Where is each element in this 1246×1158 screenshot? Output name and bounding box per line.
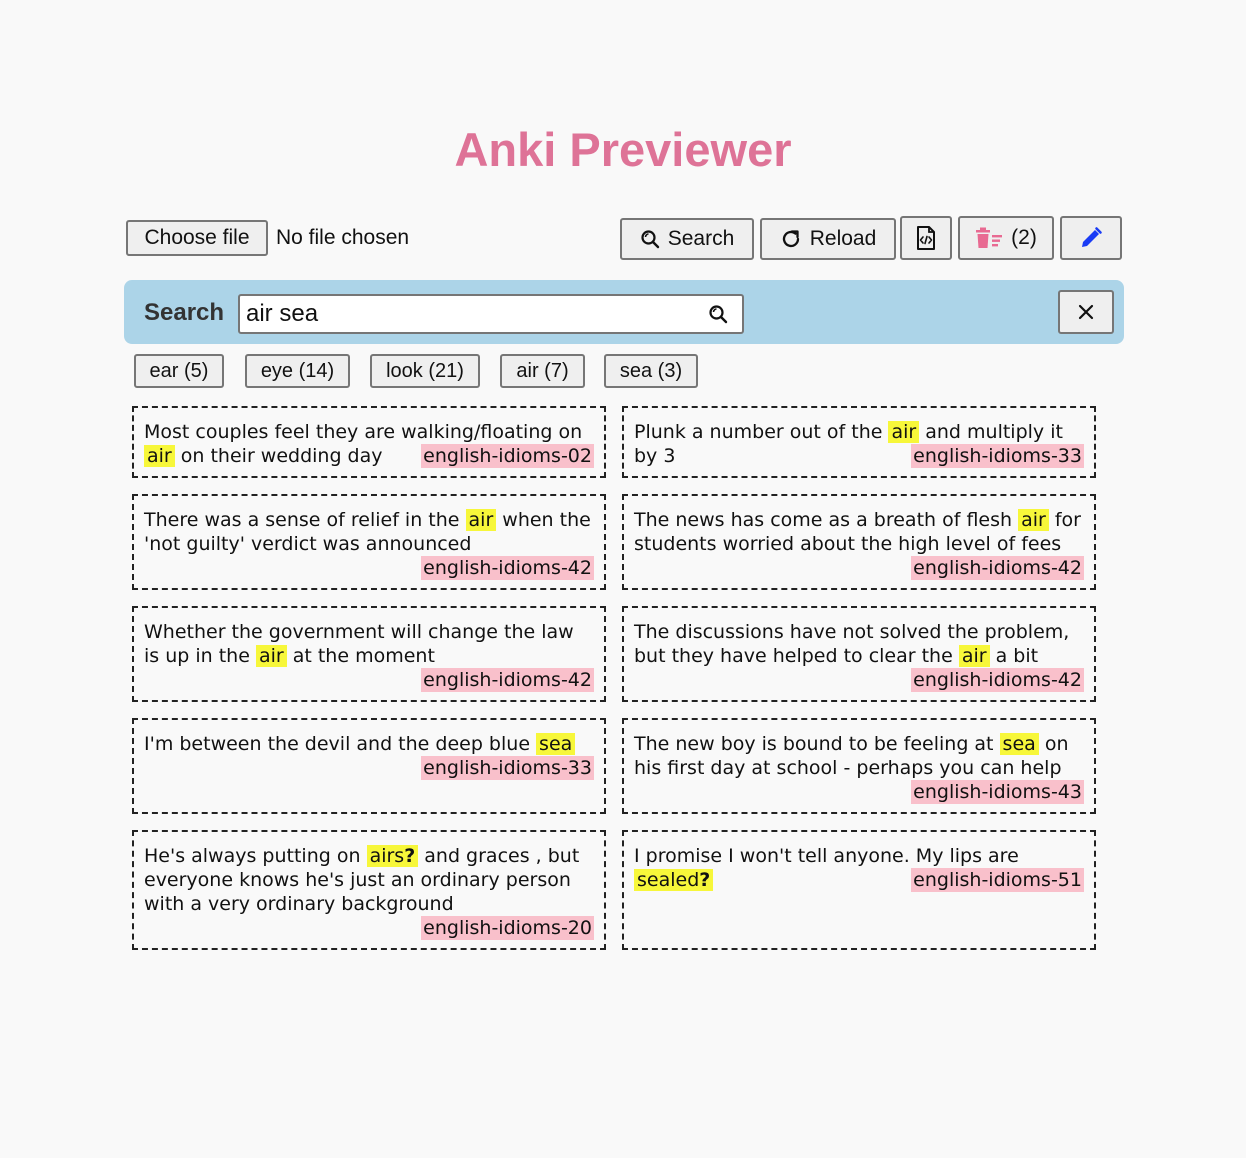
note-card[interactable]: Whether the government will change the l… (132, 606, 606, 702)
deck-tag: english-idioms-02 (421, 444, 594, 468)
file-status-text: No file chosen (276, 226, 410, 249)
tag-chip-ear[interactable]: ear (5) (134, 354, 224, 388)
deck-tag: english-idioms-33 (421, 756, 594, 780)
tag-chip-air[interactable]: air (7) (500, 354, 585, 388)
clear-search-button[interactable] (1058, 290, 1114, 334)
search-label: Search (144, 299, 225, 326)
deck-tag: english-idioms-51 (911, 868, 1084, 892)
note-card[interactable]: He's always putting on airs? and graces … (132, 830, 606, 950)
match-highlight: air (255, 645, 287, 667)
note-card[interactable]: The news has come as a breath of flesh a… (622, 494, 1096, 590)
deck-tag: english-idioms-42 (911, 668, 1084, 692)
note-card[interactable]: The discussions have not solved the prob… (622, 606, 1096, 702)
match-highlight: air (958, 645, 990, 667)
match-highlight: air (1018, 509, 1049, 531)
page-title: Anki Previewer (454, 123, 792, 176)
note-card[interactable]: Plunk a number out of the air and multip… (622, 406, 1096, 478)
search-bar: Search (124, 280, 1124, 344)
deck-tag: english-idioms-43 (911, 780, 1084, 804)
trash-icon (975, 227, 1003, 249)
reload-button[interactable]: Reload (760, 218, 896, 260)
match-highlight: air (144, 445, 175, 467)
export-code-button[interactable] (900, 216, 952, 260)
deck-tag: english-idioms-20 (421, 916, 594, 940)
trash-count: (2) (1011, 226, 1037, 249)
deck-tag: english-idioms-33 (911, 444, 1084, 468)
note-card[interactable]: I promise I won't tell anyone. My lips a… (622, 830, 1096, 950)
choose-file-button[interactable]: Choose file (126, 220, 268, 256)
tag-chip-sea[interactable]: sea (3) (604, 354, 698, 388)
search-input-wrapper (238, 294, 744, 334)
reload-button-label: Reload (809, 227, 877, 250)
edit-button[interactable] (1060, 216, 1122, 260)
match-highlight: sea (536, 733, 576, 755)
code-file-icon (915, 225, 937, 251)
search-icon (640, 229, 660, 249)
deck-tag: english-idioms-42 (911, 556, 1084, 580)
match-highlight: airs? (366, 845, 419, 867)
search-button[interactable]: Search (620, 218, 754, 260)
search-icon[interactable] (708, 304, 728, 324)
trash-button[interactable]: (2) (958, 216, 1054, 260)
note-card[interactable]: I'm between the devil and the deep blue … (132, 718, 606, 814)
tag-chip-eye[interactable]: eye (14) (245, 354, 350, 388)
reload-icon (780, 228, 802, 250)
match-highlight: air (465, 509, 497, 531)
note-card[interactable]: Most couples feel they are walking/float… (132, 406, 606, 478)
close-icon (1077, 303, 1095, 321)
pencil-icon (1079, 226, 1103, 250)
match-highlight: sealed? (634, 869, 714, 891)
deck-tag: english-idioms-42 (421, 668, 594, 692)
match-highlight: air (888, 421, 920, 443)
search-button-label: Search (667, 227, 735, 250)
search-input[interactable] (246, 296, 696, 332)
note-card[interactable]: The new boy is bound to be feeling at se… (622, 718, 1096, 814)
note-card[interactable]: There was a sense of relief in the air w… (132, 494, 606, 590)
tag-chip-look[interactable]: look (21) (370, 354, 480, 388)
deck-tag: english-idioms-42 (421, 556, 594, 580)
match-highlight: sea (999, 733, 1039, 755)
